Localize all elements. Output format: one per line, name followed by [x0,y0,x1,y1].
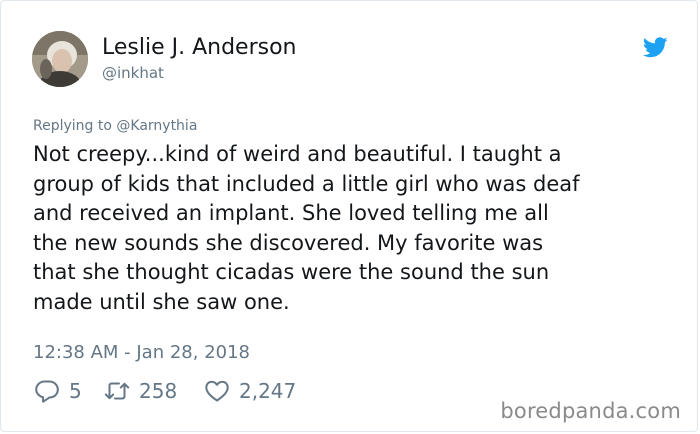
retweet-count: 258 [139,379,178,403]
reply-context-prefix: Replying to [33,118,117,134]
reply-icon [34,379,60,403]
twitter-bird-icon[interactable] [642,37,668,58]
retweet-button[interactable]: 258 [104,377,177,405]
avatar-image [32,31,88,87]
like-count: 2,247 [239,379,297,403]
heart-icon [204,379,230,403]
retweet-icon [104,380,130,402]
reply-mention-link[interactable]: @Karnythia [116,118,197,134]
like-button[interactable]: 2,247 [204,377,296,405]
watermark: boredpanda.com [500,399,681,423]
reply-count: 5 [69,379,82,403]
reply-button[interactable]: 5 [34,377,82,405]
reply-context: Replying to @Karnythia [33,117,197,135]
tweet-timestamp[interactable]: 12:38 AM - Jan 28, 2018 [33,342,250,364]
avatar[interactable] [32,31,88,87]
tweet-card: Leslie J. Anderson @inkhat Replying to @… [0,0,698,432]
author-name[interactable]: Leslie J. Anderson [102,35,297,61]
tweet-text: Not creepy...kind of weird and beautiful… [33,142,580,314]
author-handle[interactable]: @inkhat [102,64,164,82]
